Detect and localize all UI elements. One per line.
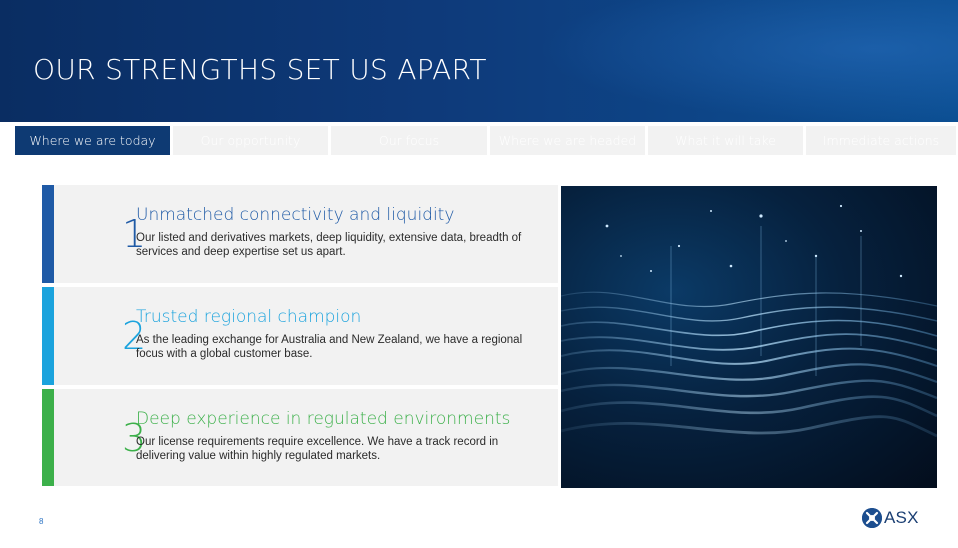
tab-where-we-are-headed[interactable]: Where we are headed bbox=[490, 126, 645, 155]
strength-title: Unmatched connectivity and liquidity bbox=[136, 205, 455, 225]
data-wave-image bbox=[561, 186, 937, 488]
strength-color-bar bbox=[42, 287, 54, 385]
asx-logo-text: ASX bbox=[884, 508, 919, 527]
asx-logo: ASX bbox=[862, 508, 919, 528]
strength-color-bar bbox=[42, 185, 54, 283]
strength-title: Trusted regional champion bbox=[136, 307, 362, 327]
header-glow bbox=[538, 0, 958, 122]
slide-title: OUR STRENGTHS SET US APART bbox=[33, 53, 487, 86]
slide: OUR STRENGTHS SET US APART Where we are … bbox=[0, 0, 958, 548]
strength-description: As the leading exchange for Australia an… bbox=[136, 334, 523, 360]
tab-where-we-are-today[interactable]: Where we are today bbox=[15, 126, 170, 155]
strength-title: Deep experience in regulated environment… bbox=[136, 409, 511, 429]
strength-description: Our license requirements require excelle… bbox=[136, 436, 499, 462]
particle-wave-illustration bbox=[561, 204, 937, 438]
slide-header: OUR STRENGTHS SET US APART bbox=[0, 0, 958, 124]
tab-what-it-will-take[interactable]: What it will take bbox=[648, 126, 803, 155]
section-tabs: Where we are today Our opportunity Our f… bbox=[15, 126, 958, 155]
strength-card-1: 1 Unmatched connectivity and liquidity O… bbox=[42, 185, 558, 283]
tab-our-focus[interactable]: Our focus bbox=[331, 126, 487, 155]
strength-card-3: 3 Deep experience in regulated environme… bbox=[42, 389, 558, 486]
tab-immediate-actions[interactable]: Immediate actions bbox=[806, 126, 956, 155]
strengths-list: 1 Unmatched connectivity and liquidity O… bbox=[42, 185, 558, 486]
strength-description: Our listed and derivatives markets, deep… bbox=[136, 232, 522, 258]
strength-color-bar bbox=[42, 389, 54, 486]
strength-card-2: 2 Trusted regional champion As the leadi… bbox=[42, 287, 558, 385]
asx-logo-icon bbox=[862, 508, 882, 528]
page-number: 8 bbox=[39, 517, 44, 526]
tab-our-opportunity[interactable]: Our opportunity bbox=[173, 126, 328, 155]
